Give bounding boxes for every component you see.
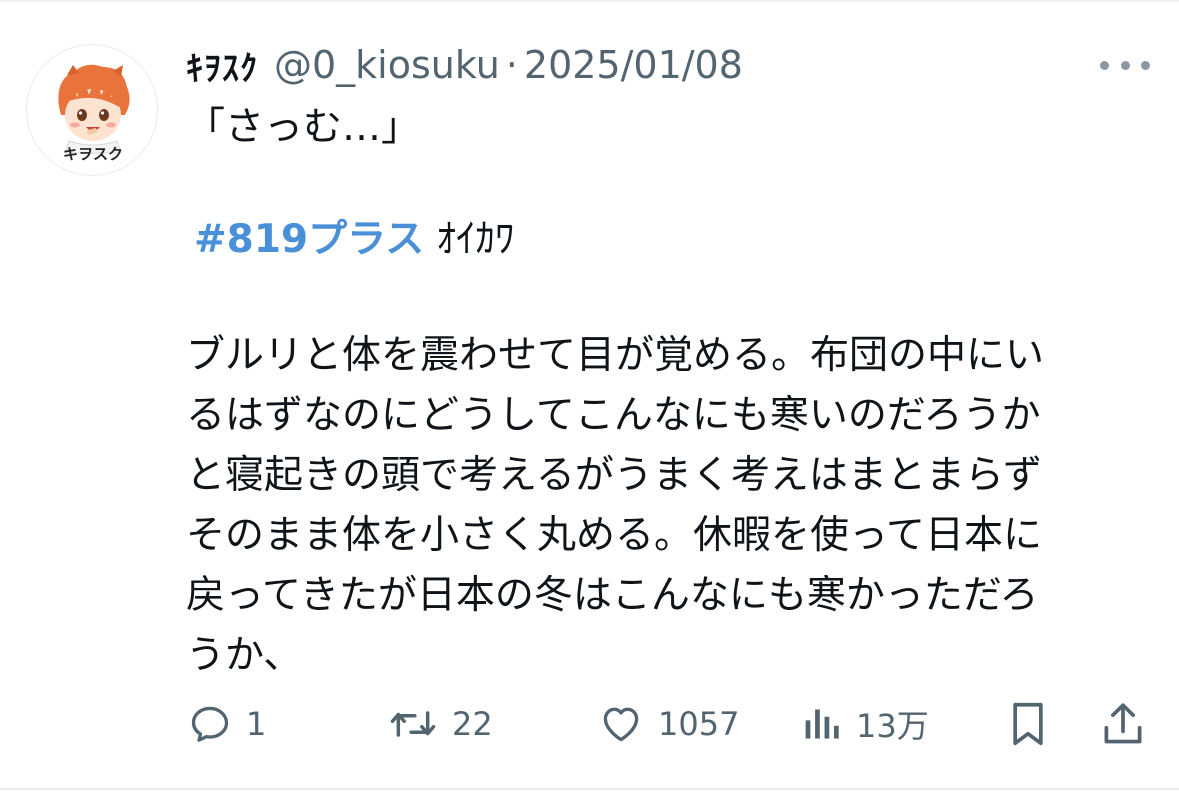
retweet-arrows-icon (390, 711, 436, 737)
share-button[interactable] (1100, 694, 1146, 754)
tweet-body-line: と寝起きの頭で考えるがうまく考えはまとまらず (186, 453, 1043, 498)
top-divider (0, 0, 1179, 2)
tweet-body-line: うか、 (186, 633, 303, 678)
retweet-button[interactable]: 22 (388, 694, 493, 754)
share-upload-icon (1104, 703, 1142, 744)
bookmark-button[interactable] (1006, 694, 1050, 754)
reply-count: 1 (246, 705, 267, 743)
tweet-body-line: ブルリと体を震わせて目が覚める。布団の中にい (186, 333, 1045, 378)
retweet-count: 22 (452, 705, 493, 743)
tweet-body-line: そのまま体を小さく丸める。休暇を使って日本に (186, 513, 1043, 558)
hashtag-link[interactable]: #819プラス (194, 217, 424, 262)
views-bars-icon (805, 709, 839, 739)
views-count: 13万 (856, 707, 929, 745)
tweet-body-line: るはずなのにどうしてこんなにも寒いのだろうか (186, 393, 1041, 438)
tweet-body: ブルリと体を震わせて目が覚める。布団の中にい るはずなのにどうしてこんなにも寒い… (186, 326, 1146, 686)
like-count: 1057 (658, 705, 740, 743)
tweet-body-line: 戻ってきたが日本の冬はこんなにも寒かっただろ (186, 573, 1039, 618)
more-options-button[interactable] (1100, 50, 1150, 80)
hashtag-suffix: ｵｲｶﾜ (436, 217, 515, 262)
bookmark-icon (1013, 702, 1043, 746)
more-dots-icon (1120, 60, 1130, 70)
reply-button[interactable]: 1 (188, 694, 266, 754)
more-dots-icon (1141, 60, 1150, 70)
avatar[interactable]: キヲスク (26, 44, 158, 176)
author-display-name[interactable]: ｷｦｽｸ (186, 41, 258, 90)
heart-icon (603, 707, 639, 742)
tweet-text-line-1: 「さっむ…」 (186, 105, 421, 150)
avatar-label: キヲスク (62, 145, 123, 163)
like-button[interactable]: 1057 (598, 694, 739, 754)
tweet-header: ｷｦｽｸ @0_kiosuku · 2025/01/08 (186, 40, 743, 90)
views-button[interactable]: 13万 (802, 694, 929, 754)
author-handle[interactable]: @0_kiosuku (274, 43, 500, 87)
reply-bubble-icon (191, 706, 229, 742)
header-separator: · (505, 43, 518, 87)
hashtag-line: #819プラス ｵｲｶﾜ (186, 210, 1146, 270)
bottom-divider (0, 788, 1179, 790)
more-dots-icon (1100, 60, 1109, 70)
tweet-date[interactable]: 2025/01/08 (524, 43, 743, 87)
tweet-actions-bar: 1 22 1057 13万 (0, 694, 1179, 754)
